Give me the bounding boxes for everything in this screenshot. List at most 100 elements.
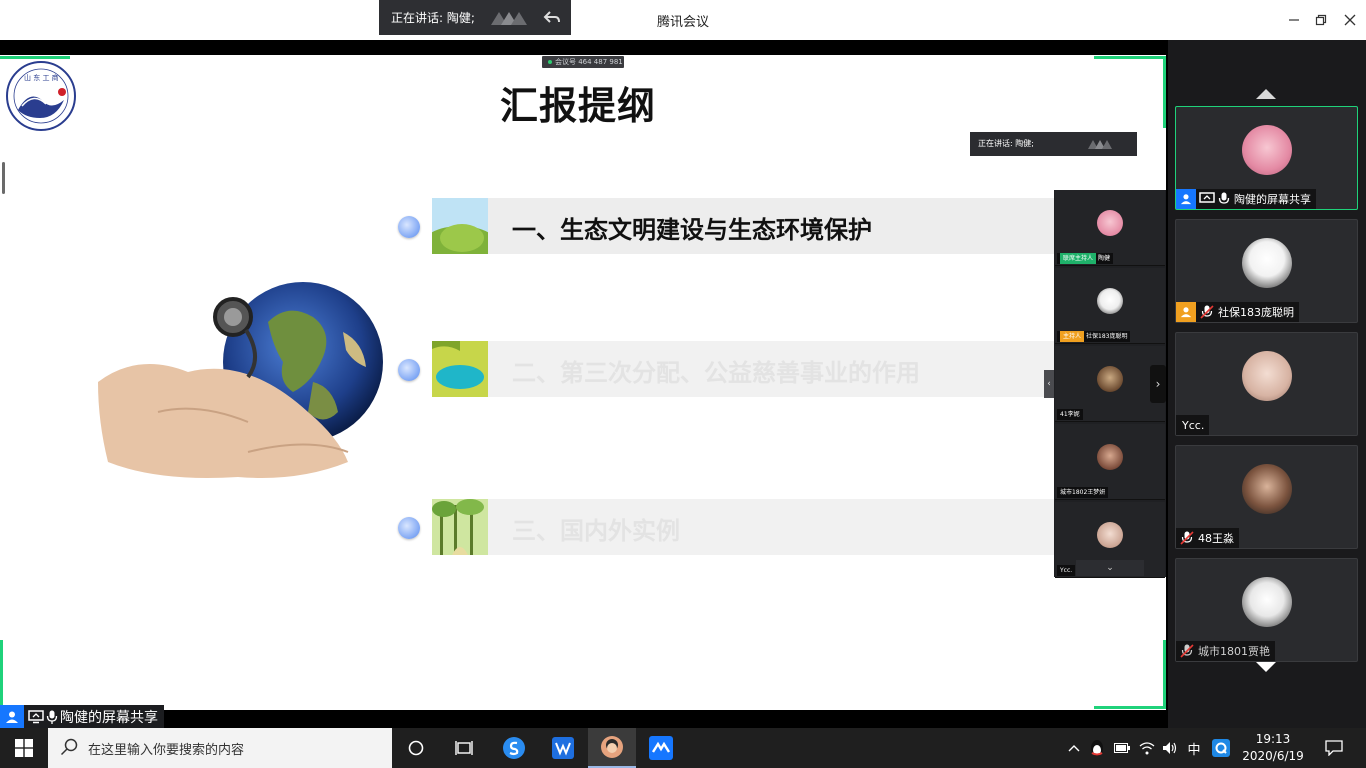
- share-top-band: [0, 40, 1168, 56]
- mini-tile[interactable]: 41李妮: [1055, 346, 1165, 422]
- globe-stethoscope-image: [98, 282, 383, 478]
- strip-collapse-button[interactable]: ⌄: [1076, 560, 1144, 576]
- frame-corner: [1163, 56, 1166, 128]
- frame-corner: [1163, 640, 1166, 708]
- participant-name: 陶健的屏幕共享: [1234, 193, 1311, 206]
- notification-icon: [1325, 740, 1343, 756]
- outline-item-2: 二、第三次分配、公益慈善事业的作用: [398, 341, 1058, 397]
- tencent-meeting-icon: [649, 736, 673, 760]
- participant-name: Ycc.: [1182, 418, 1205, 432]
- minimize-button[interactable]: [1280, 8, 1308, 32]
- speaker-avatars-icon: [491, 12, 527, 25]
- taskbar-search-box[interactable]: 在这里输入你要搜索的内容: [48, 728, 392, 768]
- lake-thumbnail: [432, 341, 488, 397]
- participant-tile[interactable]: 社保183庞聪明: [1175, 219, 1358, 323]
- q-app-icon: [1212, 739, 1230, 757]
- outline-item-1: 一、生态文明建设与生态环境保护: [398, 198, 1058, 254]
- chevron-down-icon: ⌄: [1106, 563, 1114, 573]
- role-badge: 主持人: [1060, 331, 1085, 342]
- wps-icon: [552, 737, 574, 759]
- user-icon: [0, 705, 24, 728]
- avatar: [1242, 577, 1292, 627]
- participant-name: 陶健: [1098, 255, 1111, 262]
- strip-next-button[interactable]: ›: [1150, 365, 1166, 403]
- tray-battery-button[interactable]: [1112, 728, 1132, 768]
- participant-tile[interactable]: 48王淼: [1175, 445, 1358, 549]
- return-icon[interactable]: [543, 8, 561, 26]
- participant-tile[interactable]: Ycc.: [1175, 332, 1358, 436]
- participant-name: 社保183庞聪明: [1086, 333, 1128, 340]
- wifi-icon: [1139, 742, 1155, 755]
- sogou-browser-icon: [503, 737, 525, 759]
- close-button[interactable]: [1336, 8, 1364, 32]
- taskbar-app-tencent-meeting[interactable]: [637, 728, 685, 768]
- avatar: [1097, 366, 1123, 392]
- battery-icon: [1114, 743, 1130, 753]
- tray-qq-browser-button[interactable]: [1210, 728, 1232, 768]
- participant-name: 41李妮: [1060, 411, 1080, 418]
- microphone-muted-icon: [1200, 305, 1214, 319]
- frame-corner: [1094, 706, 1166, 709]
- start-button[interactable]: [0, 728, 48, 768]
- speaking-indicator[interactable]: 正在讲话: 陶健;: [379, 0, 571, 35]
- windows-icon: [15, 739, 33, 757]
- scroll-down-icon[interactable]: [1256, 661, 1276, 673]
- bullet-icon: [398, 359, 420, 381]
- chevron-up-icon: [1068, 745, 1080, 752]
- minimize-icon: [1289, 19, 1299, 21]
- scroll-up-icon[interactable]: [1256, 88, 1276, 100]
- avatar: [1097, 444, 1123, 470]
- taskbar-app-wps[interactable]: [539, 728, 587, 768]
- notification-center-button[interactable]: [1320, 728, 1348, 768]
- search-placeholder: 在这里输入你要搜索的内容: [88, 742, 245, 758]
- task-view-button[interactable]: [392, 728, 440, 768]
- participant-name: 48王淼: [1198, 532, 1234, 545]
- tray-wifi-button[interactable]: [1137, 728, 1157, 768]
- participant-name: 城市1802王梦妍: [1060, 489, 1106, 496]
- mini-tile[interactable]: 城市1802王梦妍: [1055, 424, 1165, 500]
- host-icon: [1176, 302, 1196, 322]
- taskbar: 在这里输入你要搜索的内容 中 19:13 2020/6/19: [0, 728, 1366, 768]
- participant-name: 社保183庞聪明: [1218, 306, 1294, 319]
- restore-icon: [1315, 14, 1327, 26]
- chevron-right-icon: ›: [1155, 377, 1161, 391]
- meeting-id-badge[interactable]: 会议号 464 487 981: [542, 56, 624, 68]
- participant-tile[interactable]: 城市1801贾艳: [1175, 558, 1358, 662]
- restore-button[interactable]: [1307, 8, 1335, 32]
- system-clock[interactable]: 19:13 2020/6/19: [1238, 731, 1308, 765]
- microphone-muted-icon: [1180, 531, 1194, 545]
- screen-share-label: 陶健的屏幕共享: [0, 705, 164, 728]
- speaking-label: 正在讲话: 陶健;: [391, 11, 475, 25]
- avatar: [1242, 464, 1292, 514]
- share-owner-label: 陶健的屏幕共享: [60, 709, 158, 726]
- avatar: [1097, 522, 1123, 548]
- university-logo: 山 东 工 商: [6, 61, 76, 131]
- task-view-button[interactable]: [440, 728, 488, 768]
- forest-thumbnail: [432, 499, 488, 555]
- participant-tile[interactable]: 陶健的屏幕共享: [1175, 106, 1358, 210]
- chevron-left-icon: ‹: [1047, 379, 1051, 389]
- outline-label: 一、生态文明建设与生态环境保护: [512, 216, 872, 244]
- speaking-indicator-mini[interactable]: 正在讲话: 陶健;: [970, 132, 1137, 156]
- speaker-avatars-icon: [1088, 140, 1112, 149]
- ime-indicator[interactable]: 中: [1184, 728, 1204, 768]
- outline-label: 三、国内外实例: [512, 517, 680, 545]
- frame-corner: [1094, 56, 1166, 59]
- tray-volume-button[interactable]: [1160, 728, 1180, 768]
- mini-tile[interactable]: 主持人 社保183庞聪明: [1055, 268, 1165, 344]
- tray-qq-button[interactable]: [1087, 728, 1107, 768]
- participant-name: Ycc.: [1060, 567, 1073, 574]
- participant-name: 城市1801贾艳: [1198, 645, 1270, 658]
- clock-date: 2020/6/19: [1242, 749, 1304, 763]
- microphone-icon: [1218, 192, 1230, 204]
- slide-scrollbar[interactable]: [2, 162, 5, 194]
- user-icon: [1176, 189, 1196, 209]
- taskbar-app-qq[interactable]: [588, 728, 636, 768]
- mini-tile[interactable]: 联席主持人 陶健: [1055, 190, 1165, 266]
- tray-expand-button[interactable]: [1066, 728, 1082, 768]
- outline-label: 二、第三次分配、公益慈善事业的作用: [512, 359, 920, 387]
- bullet-icon: [398, 517, 420, 539]
- taskbar-app-sogou[interactable]: [490, 728, 538, 768]
- qq-penguin-icon: [1091, 740, 1103, 756]
- strip-prev-button[interactable]: ‹: [1044, 370, 1054, 398]
